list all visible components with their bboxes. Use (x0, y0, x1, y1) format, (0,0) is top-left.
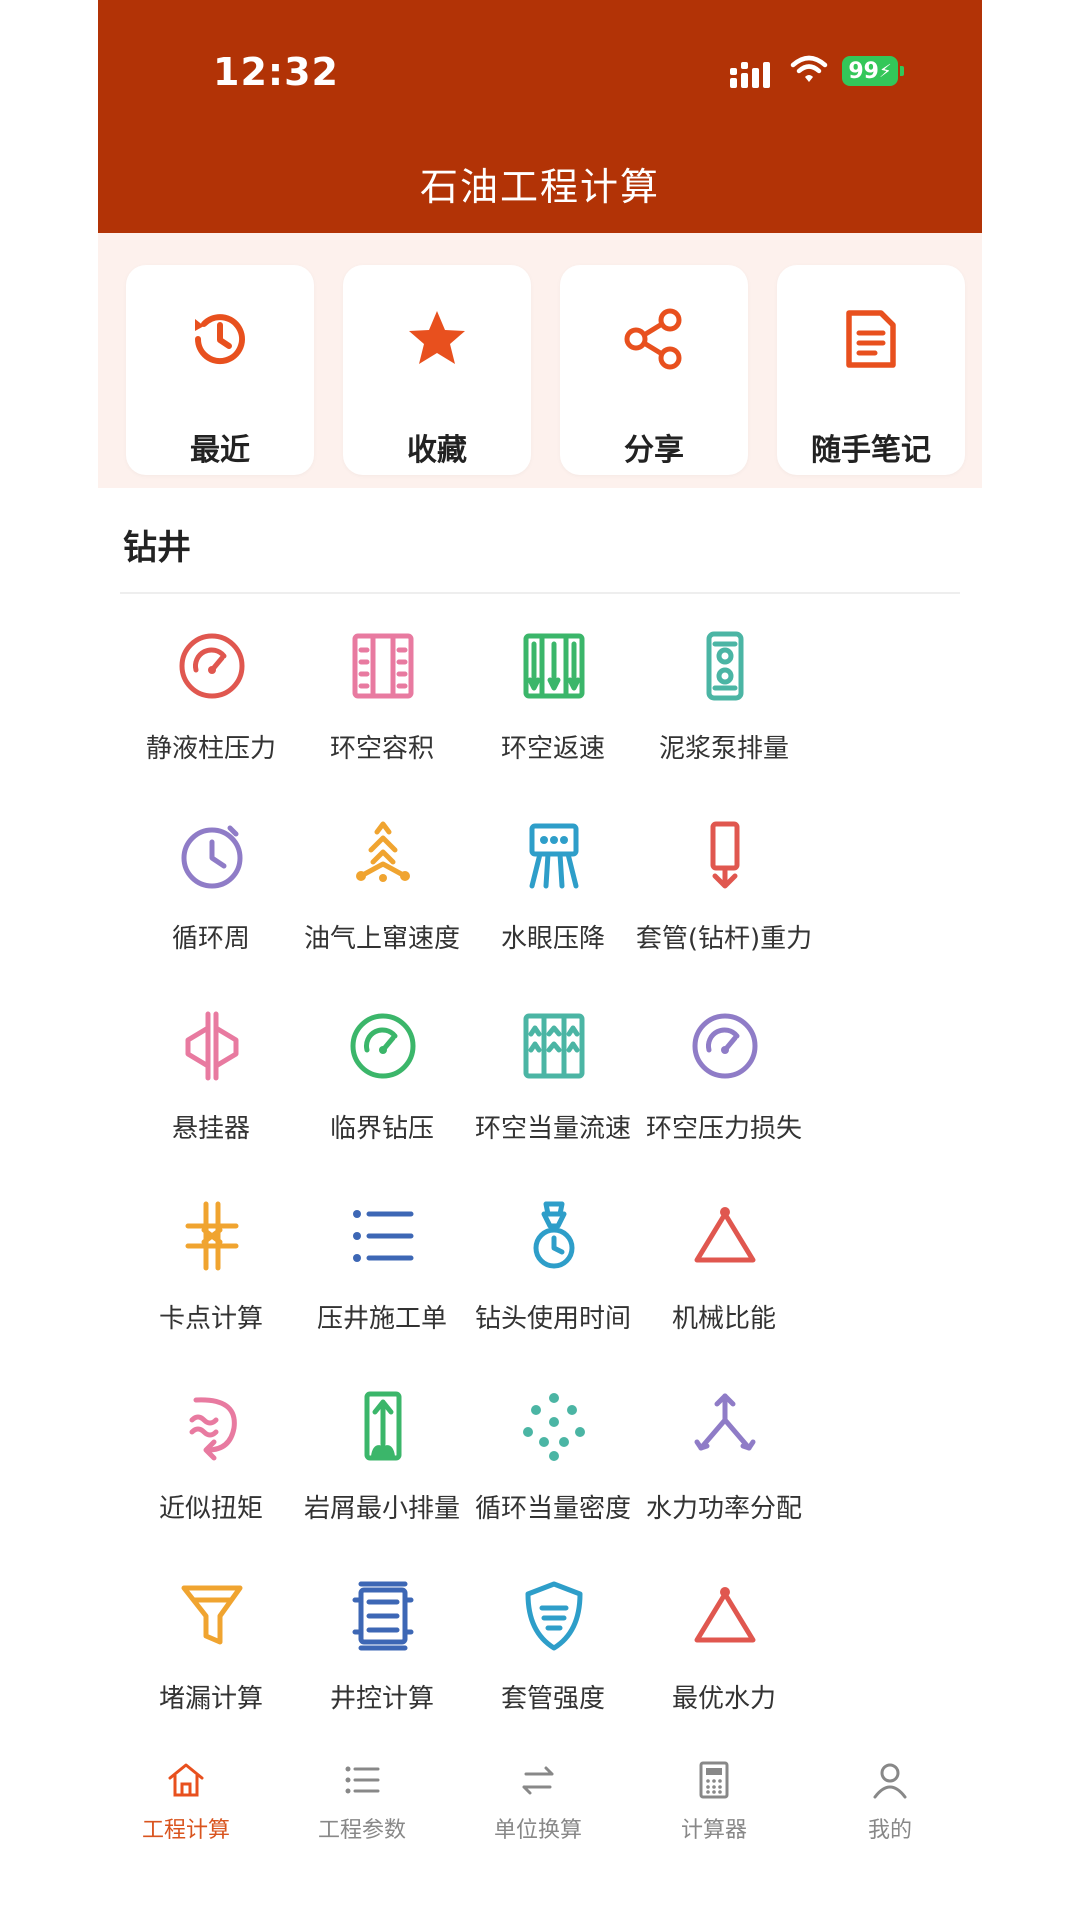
gauge-icon (692, 1013, 758, 1079)
wifi-icon (790, 55, 828, 82)
tab-calculator-label: 计算器 (680, 1818, 747, 1843)
quick-actions: 最近 收藏 分享 随手笔记 (98, 233, 982, 488)
quick-favorites-label: 收藏 (407, 433, 467, 468)
tool-item[interactable]: 机械比能 (619, 1170, 829, 1350)
annulus-flow-icon (523, 1013, 585, 1079)
history-icon (194, 314, 245, 365)
mud-pump-icon (706, 631, 744, 701)
tool-item[interactable]: 泥浆泵排量 (619, 600, 829, 780)
note-icon (846, 310, 896, 368)
section-title: 钻井 (123, 528, 191, 568)
triangle-icon (694, 1587, 756, 1643)
tab-unit-conversion-label: 单位换算 (493, 1818, 582, 1843)
clock-icon (181, 825, 243, 889)
down-arrow-icon (710, 821, 740, 889)
left-margin (0, 0, 98, 1920)
well-control-icon (352, 1581, 414, 1651)
list-icon (345, 1766, 380, 1794)
quick-share-label: 分享 (624, 433, 684, 468)
tool-label: 水力功率分配 (645, 1494, 802, 1524)
tool-label: 套管(钻杆)重力 (635, 924, 813, 954)
tool-label: 环空压力损失 (645, 1114, 802, 1144)
tab-profile[interactable]: 我的 (802, 1740, 978, 1860)
tab-unit-conversion[interactable]: 单位换算 (450, 1740, 626, 1860)
signal-icon (730, 62, 770, 88)
swap-icon (522, 1766, 554, 1795)
bit-timer-icon (533, 1201, 575, 1269)
annulus-volume-icon (352, 633, 414, 699)
cuttings-icon (364, 1391, 402, 1461)
tab-engineering-params-label: 工程参数 (317, 1818, 406, 1843)
share-icon (624, 308, 682, 370)
dots-icon (523, 1393, 585, 1461)
calculator-icon (699, 1761, 729, 1799)
list-icon (353, 1210, 414, 1262)
funnel-icon (181, 1585, 243, 1645)
tool-item[interactable]: 套管(钻杆)重力 (619, 790, 829, 970)
shield-icon (525, 1581, 583, 1651)
profile-icon (873, 1763, 907, 1799)
tool-item[interactable]: 水力功率分配 (619, 1360, 829, 1540)
tool-item[interactable]: 最优水力 (619, 1550, 829, 1730)
stuck-point-icon (185, 1201, 239, 1271)
app-screen: 12:32 99 ⚡ 石油工程计算 最近 收藏 分享 随手笔记 钻井 静液柱压力… (98, 0, 982, 1920)
torque-icon (189, 1397, 237, 1461)
battery-level: 99 (848, 58, 879, 84)
quick-favorites-button[interactable]: 收藏 (343, 265, 531, 475)
tool-label: 泥浆泵排量 (658, 734, 789, 764)
tab-engineering-calc[interactable]: 工程计算 (98, 1740, 274, 1860)
section-divider (120, 592, 960, 594)
triangle-icon (694, 1207, 756, 1263)
hanger-icon (185, 1011, 239, 1081)
rise-icon (356, 821, 410, 882)
quick-share-button[interactable]: 分享 (560, 265, 748, 475)
split-icon (694, 1393, 756, 1451)
quick-recent-button[interactable]: 最近 (126, 265, 314, 475)
nozzle-icon (529, 823, 579, 889)
quick-notes-button[interactable]: 随手笔记 (777, 265, 965, 475)
tab-profile-label: 我的 (867, 1818, 912, 1843)
tab-engineering-calc-label: 工程计算 (141, 1818, 230, 1843)
tab-engineering-params[interactable]: 工程参数 (274, 1740, 450, 1860)
bottom-tab-bar: 工程计算 工程参数 单位换算 计算器 我的 (98, 1740, 982, 1920)
tool-label: 机械比能 (671, 1304, 776, 1334)
app-header: 12:32 99 ⚡ 石油工程计算 (98, 0, 982, 233)
battery-indicator: 99 ⚡ (842, 56, 904, 86)
star-icon (409, 311, 465, 364)
tool-item[interactable]: 环空压力损失 (619, 980, 829, 1160)
tab-calculator[interactable]: 计算器 (626, 1740, 802, 1860)
gauge-icon (179, 633, 245, 699)
annulus-velocity-icon (523, 633, 585, 699)
quick-recent-label: 最近 (190, 433, 250, 468)
status-time: 12:32 (213, 50, 339, 94)
tool-label: 最优水力 (671, 1684, 776, 1714)
quick-notes-label: 随手笔记 (811, 433, 931, 468)
right-margin (982, 0, 1080, 1920)
home-icon (168, 1763, 204, 1797)
gauge-icon (350, 1013, 416, 1079)
page-title: 石油工程计算 (419, 165, 660, 209)
